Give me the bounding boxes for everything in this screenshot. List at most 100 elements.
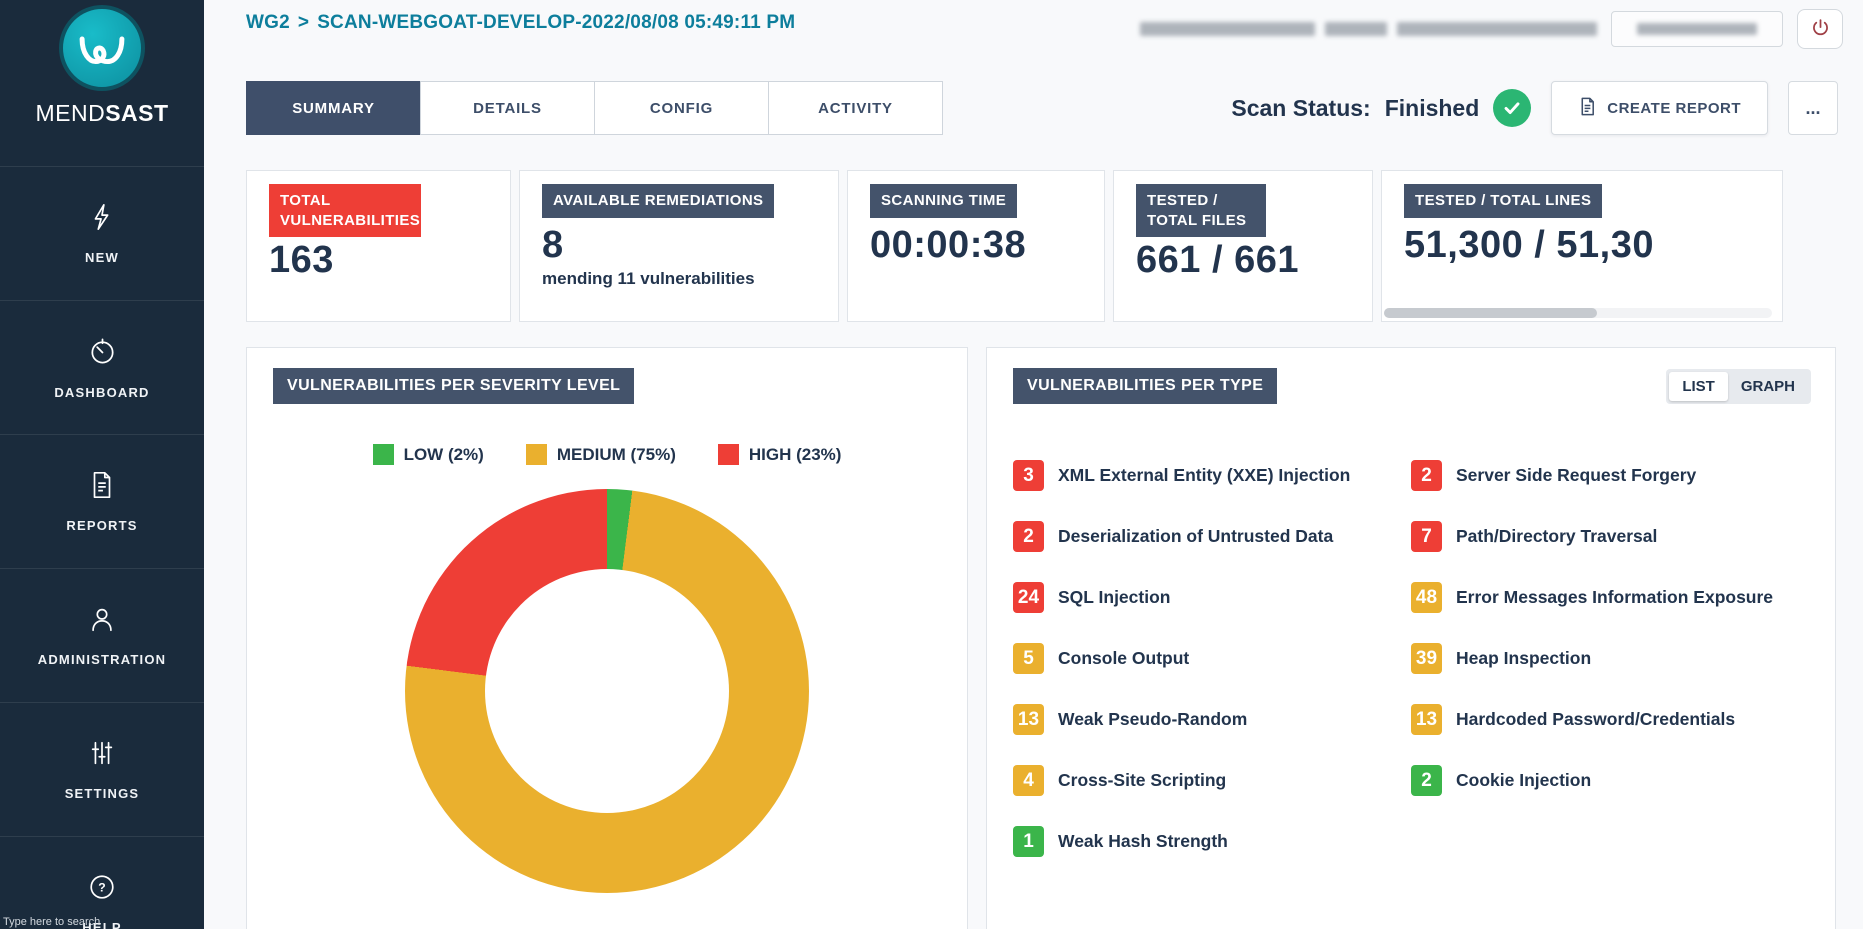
card-total-vulnerabilities: TOTAL VULNERABILITIES 163 — [246, 170, 511, 322]
sidebar-item-reports[interactable]: REPORTS — [0, 434, 204, 568]
create-report-button[interactable]: CREATE REPORT — [1551, 81, 1768, 135]
type-label: Server Side Request Forgery — [1456, 465, 1696, 486]
logo-wave-icon — [64, 10, 140, 86]
sidebar-item-label: REPORTS — [66, 518, 137, 533]
tab-activity[interactable]: ACTIVITY — [768, 81, 943, 135]
tabs: SUMMARY DETAILS CONFIG ACTIVITY — [246, 81, 943, 135]
legend-label: HIGH (23%) — [749, 445, 842, 465]
scrollbar-thumb[interactable] — [1384, 308, 1597, 318]
count-badge: 48 — [1411, 582, 1442, 613]
severity-panel: VULNERABILITIES PER SEVERITY LEVEL LOW (… — [246, 347, 968, 929]
legend-item-high: HIGH (23%) — [718, 444, 842, 465]
legend-item-medium: MEDIUM (75%) — [526, 444, 676, 465]
type-item[interactable]: 2 Cookie Injection — [1411, 765, 1835, 796]
count-badge: 2 — [1411, 765, 1442, 796]
list-graph-toggle: LIST GRAPH — [1666, 369, 1811, 404]
card-label-badge: TESTED / TOTAL FILES — [1136, 184, 1266, 237]
severity-legend: LOW (2%) MEDIUM (75%) HIGH (23%) — [247, 444, 967, 465]
sidebar-item-label: NEW — [85, 250, 119, 265]
sidebar-item-dashboard[interactable]: DASHBOARD — [0, 300, 204, 434]
legend-label: LOW (2%) — [404, 445, 484, 465]
sidebar-item-settings[interactable]: SETTINGS — [0, 702, 204, 836]
types-panel: VULNERABILITIES PER TYPE LIST GRAPH 3 XM… — [986, 347, 1836, 929]
search-hint[interactable]: Type here to search — [3, 916, 100, 928]
account-selector[interactable] — [1611, 11, 1783, 47]
sidebar-item-label: ADMINISTRATION — [38, 652, 167, 667]
type-item[interactable]: 24 SQL Injection — [1013, 582, 1411, 613]
sidebar-item-administration[interactable]: ADMINISTRATION — [0, 568, 204, 702]
types-column-right: 2 Server Side Request Forgery 7 Path/Dir… — [1411, 460, 1835, 857]
legend-item-low: LOW (2%) — [373, 444, 484, 465]
header-right — [1140, 9, 1843, 49]
type-label: Weak Pseudo-Random — [1058, 709, 1247, 730]
sliders-icon — [87, 738, 117, 773]
count-badge: 2 — [1411, 460, 1442, 491]
card-scanning-time: SCANNING TIME 00:00:38 — [847, 170, 1105, 322]
type-label: Hardcoded Password/Credentials — [1456, 709, 1735, 730]
type-item[interactable]: 13 Hardcoded Password/Credentials — [1411, 704, 1835, 735]
toggle-graph[interactable]: GRAPH — [1728, 372, 1808, 401]
count-badge: 3 — [1013, 460, 1044, 491]
brand-name-light: MEND — [35, 100, 105, 126]
tab-summary[interactable]: SUMMARY — [246, 81, 421, 135]
breadcrumb-scan-name: SCAN-WEBGOAT-DEVELOP-2022/08/08 05:49:11… — [317, 12, 795, 34]
type-item[interactable]: 7 Path/Directory Traversal — [1411, 521, 1835, 552]
count-badge: 39 — [1411, 643, 1442, 674]
card-tested-total-lines: TESTED / TOTAL LINES 51,300 / 51,30 — [1381, 170, 1783, 322]
toggle-list[interactable]: LIST — [1669, 372, 1728, 401]
more-options-button[interactable]: ... — [1788, 81, 1838, 135]
sidebar-item-new[interactable]: NEW — [0, 166, 204, 300]
redacted-text — [1397, 22, 1597, 36]
type-item[interactable]: 3 XML External Entity (XXE) Injection — [1013, 460, 1411, 491]
card-label-badge: TOTAL VULNERABILITIES — [269, 184, 421, 237]
brand[interactable]: MENDSAST — [0, 0, 204, 166]
breadcrumb-project-link[interactable]: WG2 — [246, 12, 290, 34]
type-item[interactable]: 5 Console Output — [1013, 643, 1411, 674]
power-icon — [1810, 17, 1831, 41]
report-icon — [87, 470, 117, 505]
actions-row: Scan Status: Finished CREATE REPORT ... — [1231, 81, 1838, 135]
redacted-text — [1637, 23, 1757, 35]
low-swatch-icon — [373, 444, 394, 465]
sidebar-item-label: DASHBOARD — [54, 385, 149, 400]
card-horizontal-scrollbar[interactable] — [1384, 308, 1772, 318]
sidebar-nav: NEW DASHBOARD REPORTS ADMINISTRATION SET… — [0, 166, 204, 929]
type-item[interactable]: 2 Server Side Request Forgery — [1411, 460, 1835, 491]
main-content: WG2 > SCAN-WEBGOAT-DEVELOP-2022/08/08 05… — [204, 0, 1863, 929]
medium-swatch-icon — [526, 444, 547, 465]
severity-donut[interactable] — [405, 489, 809, 893]
check-circle-icon — [1493, 89, 1531, 127]
high-swatch-icon — [718, 444, 739, 465]
card-available-remediations: AVAILABLE REMEDIATIONS 8 mending 11 vuln… — [519, 170, 839, 322]
type-label: SQL Injection — [1058, 587, 1170, 608]
card-value: 00:00:38 — [870, 224, 1104, 267]
count-badge: 24 — [1013, 582, 1044, 613]
tab-config[interactable]: CONFIG — [594, 81, 769, 135]
count-badge: 13 — [1013, 704, 1044, 735]
count-badge: 7 — [1411, 521, 1442, 552]
stat-cards: TOTAL VULNERABILITIES 163 AVAILABLE REME… — [246, 170, 1783, 322]
card-value: 8 — [542, 224, 838, 267]
type-item[interactable]: 48 Error Messages Information Exposure — [1411, 582, 1835, 613]
tab-details[interactable]: DETAILS — [420, 81, 595, 135]
type-label: Heap Inspection — [1456, 648, 1591, 669]
type-item[interactable]: 4 Cross-Site Scripting — [1013, 765, 1411, 796]
types-grid: 3 XML External Entity (XXE) Injection 2 … — [1013, 460, 1835, 857]
brand-name: MENDSAST — [35, 100, 168, 127]
card-label-badge: SCANNING TIME — [870, 184, 1017, 218]
create-report-label: CREATE REPORT — [1607, 100, 1741, 117]
card-label-badge: TESTED / TOTAL LINES — [1404, 184, 1602, 218]
type-item[interactable]: 13 Weak Pseudo-Random — [1013, 704, 1411, 735]
types-panel-header: VULNERABILITIES PER TYPE LIST GRAPH — [1013, 368, 1811, 404]
logout-button[interactable] — [1797, 9, 1843, 49]
card-value: 661 / 661 — [1136, 239, 1372, 282]
type-item[interactable]: 2 Deserialization of Untrusted Data — [1013, 521, 1411, 552]
count-badge: 13 — [1411, 704, 1442, 735]
type-label: Path/Directory Traversal — [1456, 526, 1657, 547]
type-label: XML External Entity (XXE) Injection — [1058, 465, 1350, 486]
type-label: Deserialization of Untrusted Data — [1058, 526, 1333, 547]
report-doc-icon — [1578, 97, 1597, 120]
type-item[interactable]: 1 Weak Hash Strength — [1013, 826, 1411, 857]
type-item[interactable]: 39 Heap Inspection — [1411, 643, 1835, 674]
type-label: Cross-Site Scripting — [1058, 770, 1226, 791]
